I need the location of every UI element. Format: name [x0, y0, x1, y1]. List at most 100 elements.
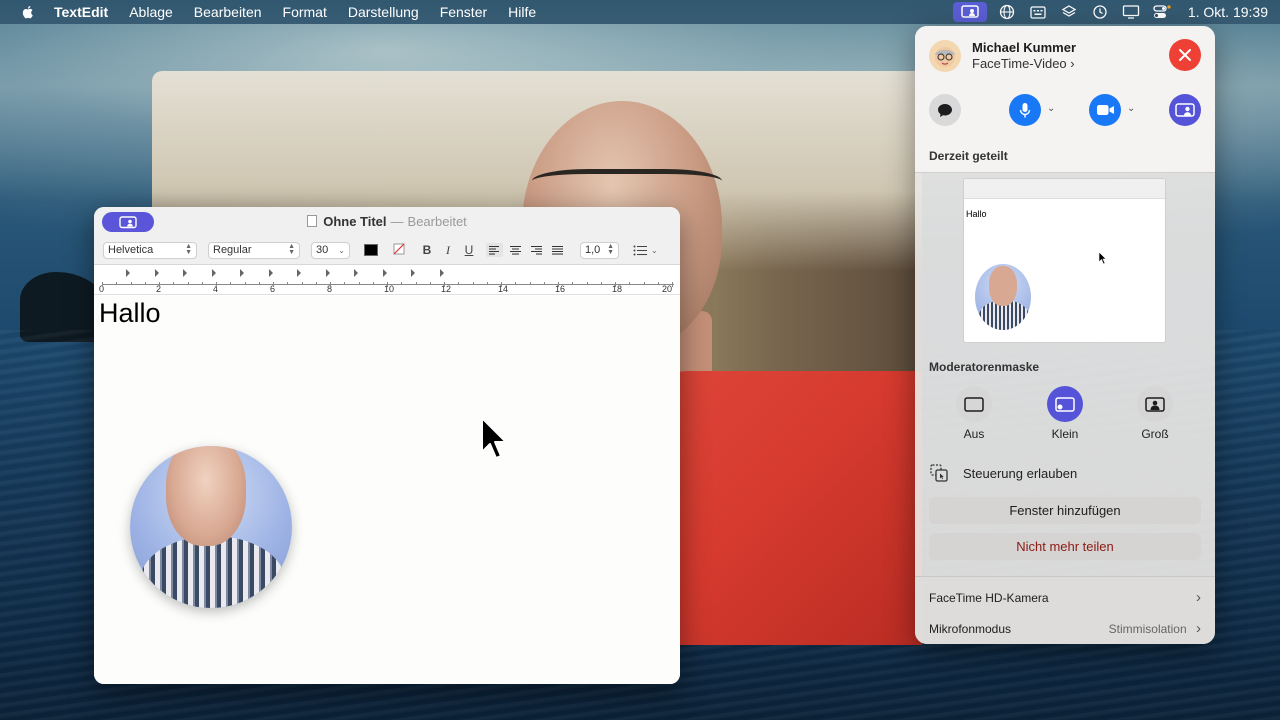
ruler[interactable]: 0 2 4 6 8 10 12 14 16 18 20 — [94, 265, 680, 295]
ruler-tick — [187, 282, 189, 285]
ruler-tick — [344, 282, 346, 285]
ruler-tab-stop[interactable] — [183, 269, 187, 277]
menu-bar-clock[interactable]: 1. Okt. 19:39 — [1188, 4, 1268, 20]
stop-sharing-button[interactable]: Nicht mehr teilen — [929, 533, 1201, 560]
chevron-right-icon: › — [1196, 589, 1201, 606]
alignment-group — [486, 243, 566, 257]
ruler-number: 12 — [441, 284, 452, 294]
document-text[interactable]: Hallo — [99, 298, 161, 329]
document-state: Bearbeitet — [407, 214, 467, 229]
ruler-tab-stop[interactable] — [325, 269, 330, 277]
menu-bearbeiten[interactable]: Bearbeiten — [194, 4, 262, 20]
ruler-tab-stop[interactable] — [240, 269, 244, 277]
ruler-tab-stop[interactable] — [154, 269, 159, 277]
presenter-mode-off[interactable]: Aus — [944, 386, 1004, 441]
add-window-button[interactable]: Fenster hinzufügen — [929, 497, 1201, 524]
call-type-label: FaceTime-Video — [972, 56, 1067, 71]
time-machine-icon[interactable] — [1089, 3, 1111, 21]
underline-button[interactable]: U — [460, 243, 478, 257]
ruler-number: 16 — [555, 284, 566, 294]
line-spacing-value: 1,0 — [585, 244, 601, 256]
presenter-overlay-section-label: Moderatorenmaske — [929, 360, 1040, 374]
menu-ablage[interactable]: Ablage — [129, 4, 173, 20]
ruler-number: 10 — [384, 284, 395, 294]
camera-setting-row[interactable]: FaceTime HD-Kamera › — [929, 589, 1201, 606]
caller-avatar — [929, 40, 961, 72]
font-style-select[interactable]: Regular ▲ ▼ — [208, 241, 300, 259]
menu-app-name[interactable]: TextEdit — [54, 4, 108, 20]
share-screen-button[interactable] — [1169, 94, 1201, 126]
menu-format[interactable]: Format — [283, 4, 327, 20]
allow-control-row[interactable]: Steuerung erlauben — [929, 463, 1201, 483]
presenter-small-icon — [1055, 396, 1075, 412]
menu-fenster[interactable]: Fenster — [440, 4, 487, 20]
ruler-tick — [387, 282, 388, 287]
ruler-tick — [230, 282, 232, 285]
ruler-tab-stop[interactable] — [268, 269, 273, 277]
end-call-button[interactable] — [1169, 39, 1201, 71]
textedit-window: Ohne Titel — Bearbeitet Helvetica ▲ ▼ Regul… — [94, 207, 680, 684]
camera-options-chevron-icon[interactable]: ⌄ — [1127, 103, 1135, 114]
menu-darstellung[interactable]: Darstellung — [348, 4, 419, 20]
align-justify-icon[interactable] — [549, 243, 566, 257]
ruler-tick — [629, 282, 631, 285]
highlight-color-button[interactable] — [390, 243, 408, 258]
document-body[interactable]: Hallo — [94, 296, 680, 684]
call-type-link[interactable]: FaceTime-Video › — [972, 56, 1075, 71]
align-left-icon[interactable] — [486, 243, 503, 257]
ruler-number: 14 — [498, 284, 509, 294]
control-center-icon[interactable] — [1151, 3, 1173, 21]
ruler-tick — [258, 282, 260, 285]
text-color-swatch[interactable] — [364, 244, 378, 256]
font-family-value: Helvetica — [108, 244, 154, 256]
apple-menu-icon[interactable] — [20, 4, 36, 20]
camera-button[interactable] — [1089, 94, 1121, 126]
microphone-options-chevron-icon[interactable]: ⌄ — [1047, 103, 1055, 114]
remote-control-icon — [930, 464, 948, 482]
presenter-overlay-bubble[interactable] — [130, 446, 292, 608]
keyboard-icon[interactable] — [1027, 3, 1049, 21]
ruler-tick — [144, 282, 146, 285]
ruler-tab-stop[interactable] — [382, 269, 387, 277]
shared-window-preview[interactable]: Hallo — [963, 178, 1166, 343]
layers-icon[interactable] — [1058, 3, 1080, 21]
messages-button[interactable] — [929, 94, 961, 126]
document-icon — [307, 215, 318, 227]
ruler-tab-stop[interactable] — [354, 269, 358, 277]
ruler-tick — [615, 282, 616, 287]
ruler-tick — [543, 282, 545, 285]
list-style-button[interactable]: ⌄ — [633, 245, 658, 256]
align-right-icon[interactable] — [528, 243, 545, 257]
microphone-icon — [1019, 102, 1031, 117]
ruler-tab-stop[interactable] — [411, 269, 415, 277]
facetime-control-panel: Michael Kummer FaceTime-Video › ⌄ ⌄ Derz… — [915, 26, 1215, 644]
allow-control-label: Steuerung erlauben — [963, 465, 1078, 481]
presenter-large-icon — [1145, 396, 1165, 412]
mic-mode-row[interactable]: Mikrofonmodus Stimmisolation › — [929, 620, 1201, 637]
chevron-right-icon: › — [1196, 620, 1201, 637]
globe-icon[interactable] — [996, 3, 1018, 21]
bold-button[interactable]: B — [418, 243, 436, 257]
ruler-tick — [315, 282, 317, 285]
presenter-mode-large[interactable]: Groß — [1125, 386, 1185, 441]
ruler-tab-stop[interactable] — [126, 269, 130, 277]
menu-hilfe[interactable]: Hilfe — [508, 4, 536, 20]
line-spacing-select[interactable]: 1,0 ▲ ▼ — [580, 241, 619, 259]
ruler-tab-stop[interactable] — [297, 269, 301, 277]
stepper-arrows-icon: ▲ ▼ — [185, 243, 192, 256]
ruler-tab-stop[interactable] — [439, 269, 444, 277]
video-participant-glasses — [532, 169, 722, 209]
presenter-mode-small[interactable]: Klein — [1035, 386, 1095, 441]
ruler-tab-stop[interactable] — [211, 269, 216, 277]
display-icon[interactable] — [1120, 3, 1142, 21]
textedit-titlebar[interactable]: Ohne Titel — Bearbeitet Helvetica ▲ ▼ Regul… — [94, 207, 680, 265]
microphone-button[interactable] — [1009, 94, 1041, 126]
screen-sharing-icon[interactable] — [952, 2, 987, 22]
preview-toolbar — [964, 179, 1165, 199]
chevron-right-icon: › — [1070, 56, 1075, 71]
italic-button[interactable]: I — [439, 243, 457, 258]
font-size-select[interactable]: 30 ⌄ — [311, 241, 350, 259]
window-title: Ohne Titel — Bearbeitet — [94, 214, 680, 229]
font-family-select[interactable]: Helvetica ▲ ▼ — [103, 241, 197, 259]
align-center-icon[interactable] — [507, 243, 524, 257]
